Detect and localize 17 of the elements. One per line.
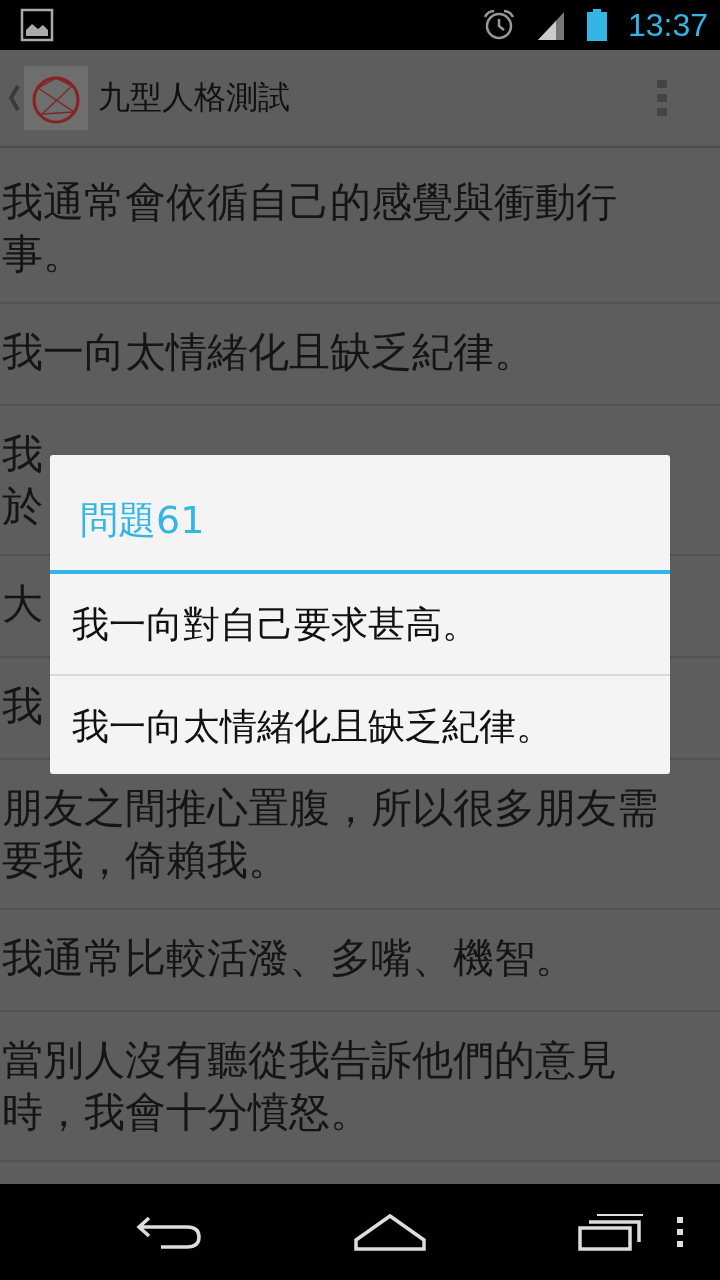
back-icon[interactable] (135, 1214, 203, 1250)
dialog-title: 問題61 (50, 455, 670, 574)
question-item[interactable]: 我一向太情緒化且缺乏紀律。 (0, 304, 720, 406)
home-icon[interactable] (353, 1212, 427, 1252)
question-item[interactable]: 我通常比較活潑、多嘴、機智。 (0, 910, 720, 1012)
menu-icon[interactable] (676, 1217, 684, 1247)
clock-time: 13:37 (627, 6, 708, 44)
battery-icon (585, 9, 608, 41)
question-item[interactable]: 我通常會依循自己的感覺與衝動行 事。 (0, 148, 720, 304)
signal-icon (535, 10, 566, 40)
alarm-icon (481, 9, 516, 41)
recent-apps-icon[interactable] (577, 1212, 645, 1252)
question-item[interactable]: 當別人沒有聽從我告訴他們的意見 時，我會十分憤怒。 (0, 1012, 720, 1162)
app-title: 九型人格測試 (98, 77, 291, 118)
picture-notification-icon (20, 8, 54, 42)
answer-option[interactable]: 我一向對自己要求甚高。 (50, 574, 670, 674)
answer-option[interactable]: 我一向太情緒化且缺乏紀律。 (50, 674, 670, 774)
